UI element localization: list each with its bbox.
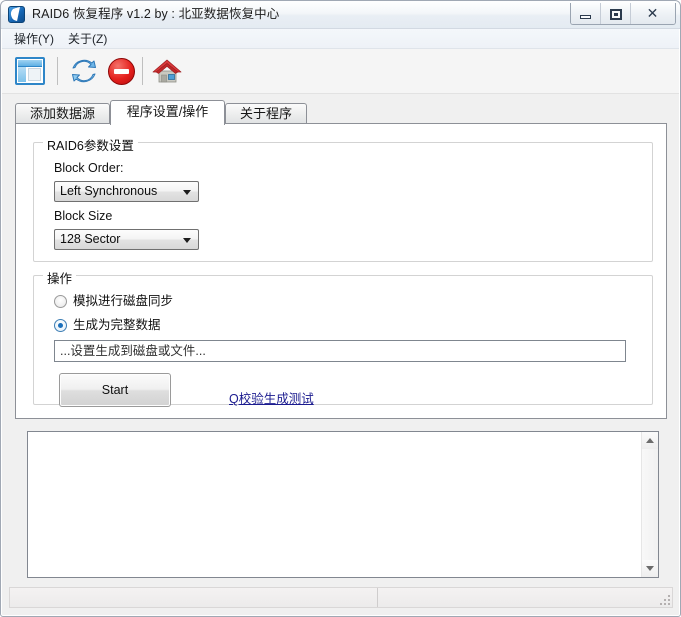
raid-app-icon [8,6,25,23]
menu-bar: 操作(Y) 关于(Z) [2,29,679,49]
tab-program-settings[interactable]: 程序设置/操作 [110,100,225,125]
minimize-button[interactable] [571,3,601,24]
tab-about-program[interactable]: 关于程序 [225,103,307,124]
home-icon [151,57,183,85]
log-output-text [28,432,641,577]
scrollbar-track[interactable] [642,449,658,560]
minimize-icon [580,15,591,19]
output-target-input[interactable] [54,340,626,362]
block-order-label: Block Order: [54,161,124,175]
status-panel-right [378,588,672,607]
radio-selected-icon [54,319,67,332]
toolbar-separator-2 [142,57,143,85]
chevron-down-icon [183,238,191,243]
radio-generate-full-data-label: 生成为完整数据 [73,318,161,332]
status-bar [9,587,673,608]
stop-icon [108,58,135,85]
group-raid6-parameters-title: RAID6参数设置 [43,135,138,154]
close-button[interactable]: ✕ [631,3,675,24]
radio-simulate-disk-sync-label: 模拟进行磁盘同步 [73,294,174,308]
toolbar-button-layout[interactable] [10,52,50,90]
toolbar-button-stop[interactable] [102,52,142,90]
group-raid6-parameters: RAID6参数设置 Block Order: Left Synchronous … [33,135,653,262]
status-panel-left [10,588,378,607]
tab-strip: 添加数据源 程序设置/操作 关于程序 [15,100,667,125]
toolbar-separator-1 [57,57,58,85]
block-size-value: 128 Sector [60,232,121,246]
group-operation: 操作 模拟进行磁盘同步 生成为完整数据 Start Q校验生成测试 [33,268,653,407]
toolbar-button-refresh[interactable] [64,52,104,90]
toolbar-button-home[interactable] [147,52,187,90]
close-icon: ✕ [646,5,659,21]
tab-page-program-settings: RAID6参数设置 Block Order: Left Synchronous … [15,123,667,419]
tab-add-data-source[interactable]: 添加数据源 [15,103,110,124]
title-bar: RAID6 恢复程序 v1.2 by : 北亚数据恢复中心 ✕ [1,1,680,29]
toolbar [2,49,679,94]
log-output-box[interactable] [27,431,659,578]
block-order-combobox[interactable]: Left Synchronous [54,181,199,202]
log-vertical-scrollbar[interactable] [641,432,658,577]
block-size-combobox[interactable]: 128 Sector [54,229,199,250]
block-size-label: Block Size [54,209,113,223]
scroll-down-arrow-icon[interactable] [642,560,658,577]
block-order-value: Left Synchronous [60,184,158,198]
menu-item-about[interactable]: 关于(Z) [64,31,111,47]
maximize-button[interactable] [601,3,631,24]
layout-icon [15,57,45,85]
maximize-icon [610,9,622,20]
group-operation-title: 操作 [43,268,77,287]
application-window: RAID6 恢复程序 v1.2 by : 北亚数据恢复中心 ✕ 操作(Y) 关于… [0,0,681,617]
start-button[interactable]: Start [59,373,171,407]
radio-unselected-icon [54,295,67,308]
scroll-up-arrow-icon[interactable] [642,432,658,449]
window-title: RAID6 恢复程序 v1.2 by : 北亚数据恢复中心 [32,7,280,21]
chevron-down-icon [183,190,191,195]
q-parity-generation-test-link[interactable]: Q校验生成测试 [229,388,314,407]
menu-item-operations[interactable]: 操作(Y) [10,31,58,47]
resize-grip-icon[interactable] [658,593,670,605]
refresh-icon [70,57,98,85]
window-controls: ✕ [570,3,676,25]
